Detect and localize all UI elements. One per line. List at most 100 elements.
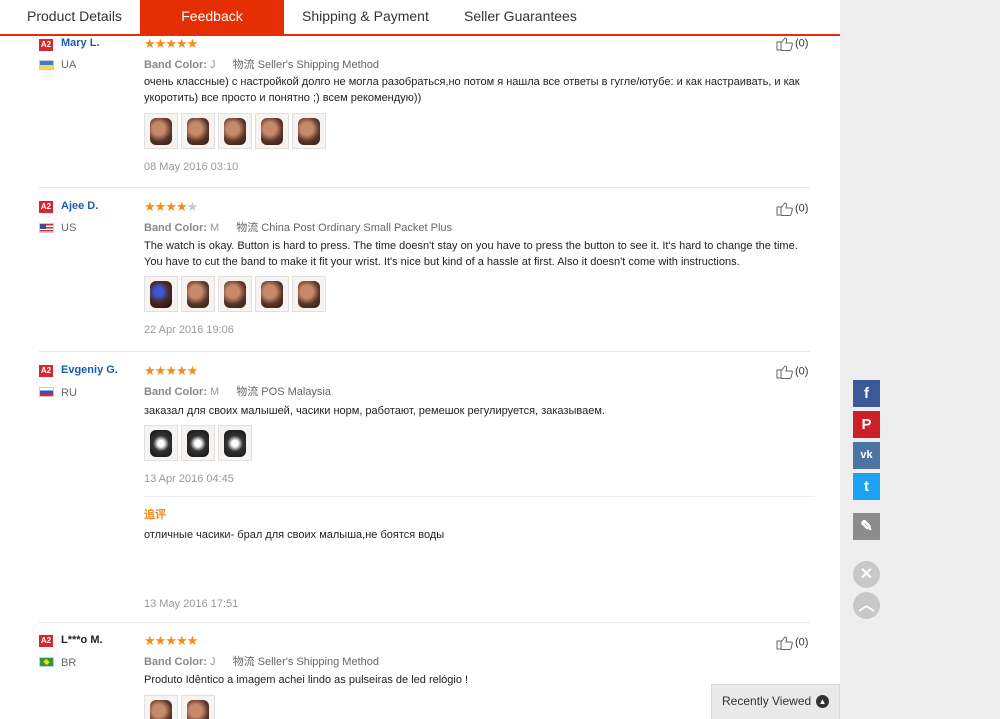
review-photo-thumbnail[interactable] [255, 113, 289, 149]
helpful-button[interactable]: (0) [776, 36, 808, 51]
review-photo-thumbnail[interactable] [292, 276, 326, 312]
review-divider [39, 351, 810, 352]
review-photo-thumbnail[interactable] [144, 276, 178, 312]
star-icon: ★ [186, 199, 199, 214]
star-icon: ★ [186, 36, 199, 51]
star-icon: ★ [144, 36, 156, 51]
feedback-list: A2 Mary L. UA ★★★★★ Band Color: J 物流 Sel… [0, 36, 840, 719]
reviewer-name: L***o M. [61, 634, 103, 646]
review-photo-thumbnail[interactable] [144, 695, 178, 719]
logistics-method: 物流 China Post Ordinary Small Packet Plus [236, 222, 453, 234]
star-icon: ★ [144, 363, 156, 378]
logistics-method: 物流 Seller's Shipping Method [232, 656, 379, 668]
additional-review-divider [144, 496, 814, 497]
band-color-label: Band Color: [144, 59, 207, 71]
vk-share-icon[interactable]: vk [853, 442, 880, 469]
tab-seller-guarantees[interactable]: Seller Guarantees [448, 0, 593, 34]
logistics-method: 物流 POS Malaysia [236, 386, 331, 398]
thumbs-up-icon [776, 37, 793, 51]
close-share-icon[interactable]: ✕ [853, 561, 880, 588]
helpful-count: (0) [795, 636, 809, 649]
review-photo-thumbnail[interactable] [181, 425, 215, 461]
band-color-label: Band Color: [144, 386, 207, 398]
back-to-top-icon[interactable]: ︿ [853, 592, 880, 619]
helpful-button[interactable]: (0) [776, 635, 808, 650]
additional-review-label: 追评 [144, 509, 166, 521]
star-icon: ★ [165, 633, 177, 648]
thumbs-up-icon [776, 365, 793, 379]
recently-viewed-label: Recently Viewed [722, 694, 812, 708]
star-icon: ★ [165, 363, 177, 378]
order-info: Band Color: M 物流 POS Malaysia [144, 383, 331, 399]
additional-review-text: отличные часики- брал для своих малыша,н… [144, 529, 445, 541]
edit-icon[interactable]: ✎ [853, 513, 880, 540]
star-icon: ★ [175, 36, 188, 51]
helpful-count: (0) [795, 37, 809, 50]
helpful-button[interactable]: (0) [776, 364, 808, 379]
order-info: Band Color: M 物流 China Post Ordinary Sma… [144, 219, 452, 235]
review-photo-thumbnail[interactable] [255, 276, 289, 312]
star-icon: ★ [175, 633, 188, 648]
recently-viewed-button[interactable]: Recently Viewed ▲ [711, 684, 840, 719]
review-photo-thumbnail[interactable] [181, 113, 215, 149]
thumbs-up-icon [776, 636, 793, 650]
review-divider [39, 187, 810, 188]
band-color-value: J [210, 59, 216, 71]
tab-feedback[interactable]: Feedback (22293) [140, 0, 284, 56]
star-icon: ★ [175, 199, 188, 214]
review-text: заказал для своих малышей, часики норм, … [144, 405, 605, 417]
thumbs-up-icon [776, 202, 793, 216]
review-text: The watch is okay. Button is hard to pre… [144, 240, 798, 268]
flag-ru-icon [39, 387, 54, 397]
tab-product-details[interactable]: Product Details [11, 0, 138, 34]
star-icon: ★ [186, 363, 199, 378]
reviewer-country: US [61, 222, 77, 234]
band-color-value: M [210, 222, 220, 234]
helpful-count: (0) [795, 365, 809, 378]
review-photo-thumbnail[interactable] [181, 276, 215, 312]
additional-review-date: 13 May 2016 17:51 [144, 598, 239, 610]
reviewer-country: BR [61, 657, 77, 669]
review-photo-thumbnail[interactable] [144, 425, 178, 461]
review-date: 13 Apr 2016 04:45 [144, 473, 234, 485]
band-color-label: Band Color: [144, 222, 207, 234]
review-photo-thumbnail[interactable] [181, 695, 215, 719]
star-rating: ★★★★★ [144, 36, 199, 51]
reviewer-country: RU [61, 387, 77, 399]
star-rating: ★★★★★ [144, 199, 199, 214]
star-icon: ★ [144, 199, 156, 214]
facebook-share-icon[interactable]: f [853, 380, 880, 407]
star-icon: ★ [144, 633, 156, 648]
chevron-up-icon: ▲ [816, 695, 829, 708]
tab-shipping-payment[interactable]: Shipping & Payment [286, 0, 445, 34]
star-icon: ★ [165, 36, 177, 51]
buyer-level-badge: A2 [39, 201, 53, 213]
review-text: очень классные) с настройкой долго не мо… [144, 76, 800, 104]
band-color-label: Band Color: [144, 656, 207, 668]
order-info: Band Color: J 物流 Seller's Shipping Metho… [144, 653, 379, 669]
pinterest-share-icon[interactable]: P [853, 411, 880, 438]
helpful-button[interactable]: (0) [776, 201, 808, 216]
review-divider [39, 622, 810, 623]
buyer-level-badge: A2 [39, 635, 53, 647]
review-photo-thumbnail[interactable] [218, 425, 252, 461]
reviewer-name[interactable]: Evgeniy G. [61, 364, 118, 376]
flag-us-icon [39, 223, 54, 233]
review-photo-thumbnail[interactable] [292, 113, 326, 149]
buyer-level-badge: A2 [39, 365, 53, 377]
reviewer-name[interactable]: Ajee D. [61, 200, 98, 212]
review-photo-thumbnail[interactable] [144, 113, 178, 149]
star-rating: ★★★★★ [144, 633, 198, 648]
reviewer-name[interactable]: Mary L. [61, 37, 100, 49]
twitter-share-icon[interactable]: t [853, 473, 880, 500]
logistics-method: 物流 Seller's Shipping Method [232, 59, 379, 71]
flag-br-icon [39, 657, 54, 667]
review-photo-thumbnail[interactable] [218, 113, 252, 149]
product-tab-bar: Product Details Feedback (22293) Shippin… [0, 0, 840, 56]
review-photos [144, 276, 329, 314]
star-icon: ★ [154, 36, 167, 51]
order-info: Band Color: J 物流 Seller's Shipping Metho… [144, 56, 379, 72]
review-date: 08 May 2016 03:10 [144, 161, 239, 173]
review-photos [144, 695, 218, 719]
review-photo-thumbnail[interactable] [218, 276, 252, 312]
